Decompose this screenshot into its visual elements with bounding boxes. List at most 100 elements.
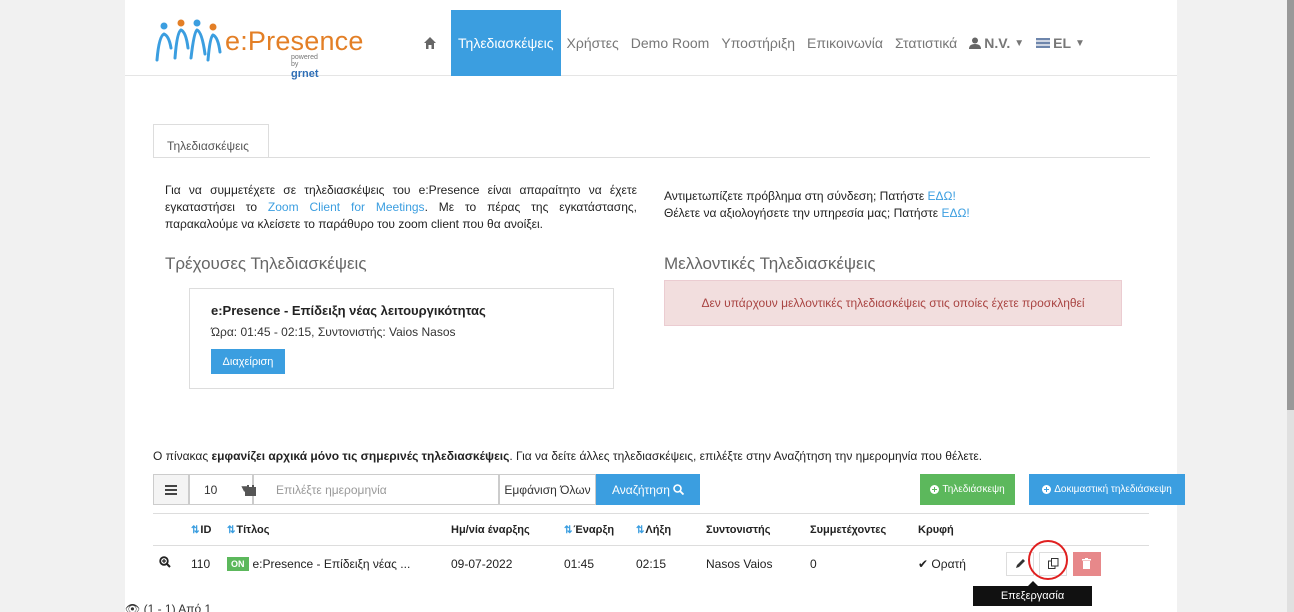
search-button-label: Αναζήτηση [612, 482, 670, 497]
col-actions [994, 513, 1149, 546]
pencil-icon [1015, 559, 1025, 569]
current-conference-title: e:Presence - Επίδειξη νέας λειτουργικότη… [211, 303, 486, 318]
scrollbar-track[interactable] [1287, 0, 1294, 410]
search-icon [673, 484, 684, 495]
row-title-text: e:Presence - Επίδειξη νέας ... [252, 556, 411, 571]
user-name: N.V. [984, 35, 1011, 51]
row-visibility: ✔ Ορατή [918, 545, 994, 582]
tab-conferences[interactable]: Τηλεδιασκέψεις [153, 124, 269, 158]
table-toolbar: 10 ▼ Επιλέξτε ημερομηνία Εμφάνιση Όλων Α… [153, 474, 1185, 505]
new-conference-label: Τηλεδιάσκεψη [942, 484, 1005, 495]
check-icon: ✔ [918, 556, 929, 571]
help-rate-link[interactable]: ΕΔΩ! [941, 206, 969, 220]
table-header-row: ⇅ ID ⇅ Τίτλος Ημ/νία έναρξης ⇅ Έναρξη ⇅ Λήξη… [153, 513, 1149, 546]
col-start[interactable]: ⇅ Έναρξη [564, 513, 636, 546]
conferences-table: ⇅ ID ⇅ Τίτλος Ημ/νία έναρξης ⇅ Έναρξη ⇅ Λήξη… [153, 513, 1149, 582]
flag-icon [1036, 38, 1051, 48]
col-id-label: ID [200, 523, 212, 536]
columns-menu-button[interactable] [153, 474, 189, 505]
nav-contact[interactable]: Επικοινωνία [801, 10, 889, 76]
pagination-info: 👁 (1 - 1) Από 1 [125, 602, 211, 612]
logo[interactable]: e:Presence powered by grnet [153, 18, 363, 80]
table-note-prefix: Ο πίνακας [153, 449, 212, 463]
col-id[interactable]: ⇅ ID [191, 513, 227, 546]
intro-text: Για να συμμετέχετε σε τηλεδιασκέψεις του… [165, 182, 637, 233]
col-end-label: Λήξη [645, 523, 672, 536]
help-line-1-text: Αντιμετωπίζετε πρόβλημα στη σύνδεση; Πατ… [664, 189, 928, 203]
col-title[interactable]: ⇅ Τίτλος [227, 513, 451, 546]
future-heading: Μελλοντικές Τηλεδιασκέψεις [664, 254, 876, 273]
list-icon [165, 484, 177, 495]
help-line-2-text: Θέλετε να αξιολογήσετε την υπηρεσία μας;… [664, 206, 942, 220]
logo-powered-text: powered by [291, 54, 318, 68]
nav-user-menu[interactable]: N.V. ▼ [963, 10, 1030, 76]
help-connection-link[interactable]: ΕΔΩ! [928, 189, 956, 203]
table-row[interactable]: 110 ON e:Presence - Επίδειξη νέας ... 09-… [153, 545, 1149, 582]
table-note-bold: εμφανίζει αρχικά μόνο τις σημερινές τηλε… [211, 449, 510, 463]
row-moderator: Nasos Vaios [706, 545, 810, 582]
current-heading: Τρέχουσες Τηλεδιασκέψεις [165, 254, 367, 273]
row-actions [994, 545, 1149, 582]
row-start: 01:45 [564, 545, 636, 582]
nav-support[interactable]: Υποστήριξη [715, 10, 801, 76]
home-icon [424, 37, 436, 49]
logo-brand: grnet [291, 68, 319, 80]
help-line-1: Αντιμετωπίζετε πρόβλημα στη σύνδεση; Πατ… [664, 188, 970, 205]
sort-icon: ⇅ [227, 524, 235, 536]
row-expand-cell[interactable] [153, 545, 191, 582]
table-note: Ο πίνακας εμφανίζει αρχικά μόνο τις σημε… [153, 449, 982, 463]
col-expand [153, 513, 191, 546]
help-line-2: Θέλετε να αξιολογήσετε την υπηρεσία μας;… [664, 205, 970, 222]
tab-divider [153, 157, 1150, 158]
page-size-select[interactable]: 10 ▼ [189, 474, 253, 505]
page-container: e:Presence powered by grnet Τηλεδιασκέψε… [125, 0, 1185, 612]
date-placeholder: Επιλέξτε ημερομηνία [276, 482, 387, 497]
main-nav: Τηλεδιασκέψεις Χρήστες Demo Room Υποστήρ… [411, 10, 1091, 76]
highlight-ring [1028, 540, 1068, 580]
nav-home[interactable] [411, 10, 451, 76]
plus-circle-icon [1042, 485, 1052, 494]
col-participants: Συμμετέχοντες [810, 513, 918, 546]
test-conference-label: Δοκιμαστική τηλεδιάσκεψη [1054, 484, 1172, 495]
date-picker-input[interactable]: Επιλέξτε ημερομηνία [245, 474, 499, 505]
new-conference-button[interactable]: Τηλεδιάσκεψη [920, 474, 1015, 505]
row-title[interactable]: ON e:Presence - Επίδειξη νέας ... [227, 545, 451, 582]
row-id: 110 [191, 545, 227, 582]
status-badge: ON [227, 556, 249, 571]
plus-circle-icon [930, 485, 940, 494]
row-visibility-text: Ορατή [931, 556, 966, 571]
col-title-label: Τίτλος [236, 523, 270, 536]
zoom-client-link[interactable]: Zoom Client for Meetings [268, 200, 425, 214]
row-start-date: 09-07-2022 [451, 545, 564, 582]
col-end[interactable]: ⇅ Λήξη [636, 513, 706, 546]
chevron-down-icon: ▼ [1014, 37, 1025, 49]
nav-statistics[interactable]: Στατιστικά [889, 10, 963, 76]
user-icon [969, 37, 982, 49]
scrollbar-lower [1287, 410, 1294, 612]
delete-button[interactable] [1072, 551, 1101, 576]
search-button[interactable]: Αναζήτηση [596, 474, 700, 505]
help-text: Αντιμετωπίζετε πρόβλημα στη σύνδεση; Πατ… [664, 188, 970, 222]
table-note-suffix: . Για να δείτε άλλες τηλεδιασκέψεις, επι… [509, 449, 983, 463]
people-logo-icon [155, 19, 222, 62]
nav-conferences[interactable]: Τηλεδιασκέψεις [451, 10, 561, 76]
nav-language[interactable]: EL ▼ [1030, 10, 1091, 76]
col-moderator: Συντονιστής [706, 513, 810, 546]
nav-users[interactable]: Χρήστες [561, 10, 625, 76]
show-all-button[interactable]: Εμφάνιση Όλων [499, 474, 596, 505]
trash-icon [1082, 558, 1092, 570]
nav-demo-room[interactable]: Demo Room [625, 10, 716, 76]
eye-icon: 👁 [125, 602, 141, 612]
col-hidden: Κρυφή [918, 513, 994, 546]
page-size-value: 10 [204, 482, 218, 497]
zoom-in-icon [159, 556, 171, 568]
pagination-text: (1 - 1) Από 1 [143, 602, 212, 612]
sort-icon: ⇅ [636, 524, 644, 536]
calendar-icon [245, 485, 256, 496]
current-conference-card: e:Presence - Επίδειξη νέας λειτουργικότη… [189, 288, 614, 389]
logo-powered: powered by grnet [291, 54, 323, 80]
current-conference-time: Ώρα: 01:45 - 02:15, Συντονιστής: Vaios N… [211, 325, 456, 339]
manage-button[interactable]: Διαχείριση [211, 349, 285, 374]
no-future-alert: Δεν υπάρχουν μελλοντικές τηλεδιασκέψεις … [664, 280, 1122, 326]
test-conference-button[interactable]: Δοκιμαστική τηλεδιάσκεψη [1029, 474, 1185, 505]
